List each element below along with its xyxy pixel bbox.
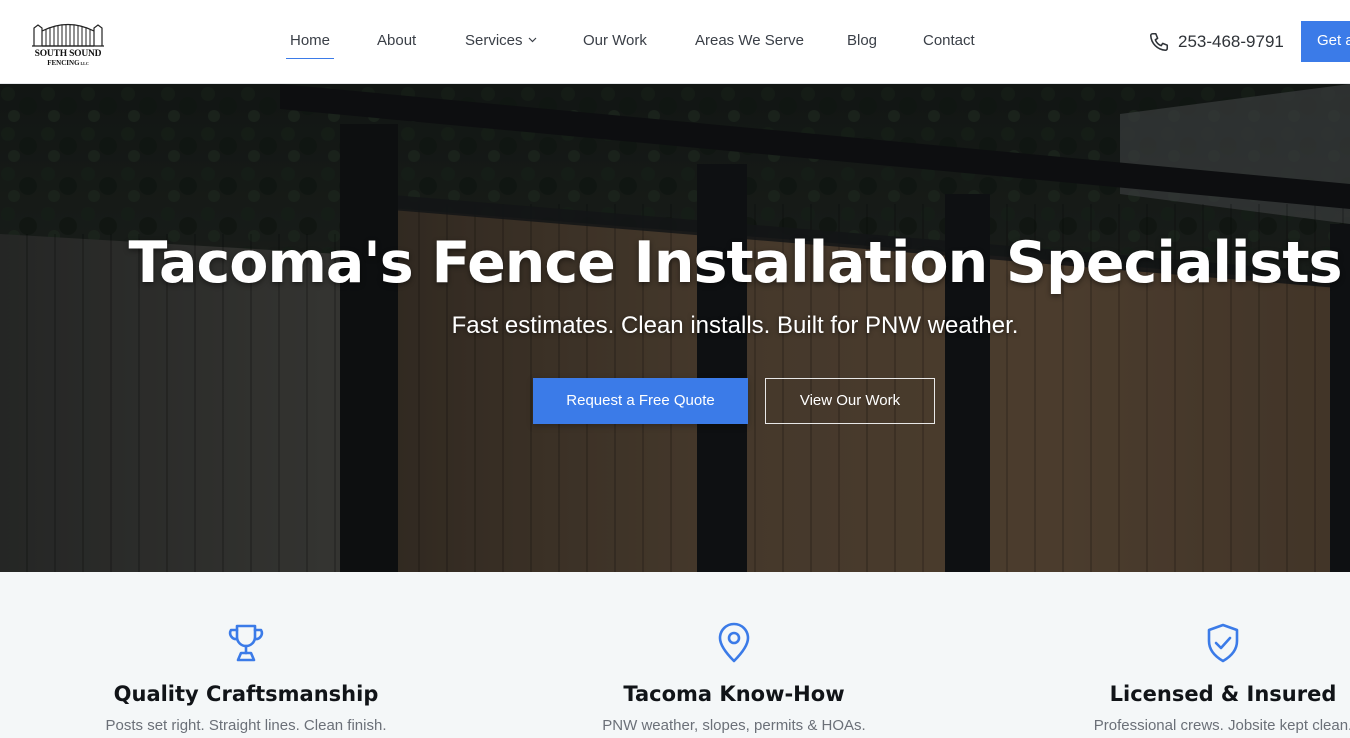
hero-title: Tacoma's Fence Installation Specialists bbox=[128, 230, 1343, 296]
request-quote-button[interactable]: Request a Free Quote bbox=[533, 378, 748, 424]
phone-icon bbox=[1149, 32, 1169, 52]
nav-about[interactable]: About bbox=[377, 32, 416, 49]
brand-subname: FENCINGLLC bbox=[47, 59, 89, 67]
site-header: SOUTH SOUND FENCINGLLC Home About Servic… bbox=[0, 0, 1350, 84]
nav-services-label: Services bbox=[465, 32, 523, 49]
get-quote-button[interactable]: Get a bbox=[1301, 21, 1350, 62]
fence-logo-mark bbox=[32, 23, 104, 47]
nav-home[interactable]: Home bbox=[285, 32, 335, 59]
shield-check-icon bbox=[1207, 623, 1239, 663]
hero-subtitle: Fast estimates. Clean installs. Built fo… bbox=[451, 312, 1019, 339]
nav-contact[interactable]: Contact bbox=[923, 32, 975, 49]
feature-description: PNW weather, slopes, permits & HOAs. bbox=[602, 717, 866, 734]
trophy-icon bbox=[228, 624, 264, 662]
feature-tacoma: Tacoma Know-How PNW weather, slopes, per… bbox=[524, 572, 944, 738]
nav-areas-we-serve[interactable]: Areas We Serve bbox=[695, 32, 804, 49]
feature-licensed: Licensed & Insured Professional crews. J… bbox=[1013, 572, 1350, 738]
nav-our-work[interactable]: Our Work bbox=[583, 32, 647, 49]
feature-title: Licensed & Insured bbox=[1109, 682, 1337, 706]
chevron-down-icon bbox=[528, 37, 536, 43]
hero-section: Tacoma's Fence Installation Specialists … bbox=[0, 84, 1350, 572]
nav-blog[interactable]: Blog bbox=[847, 32, 877, 49]
brand-logo[interactable]: SOUTH SOUND FENCINGLLC bbox=[30, 18, 106, 68]
feature-title: Quality Craftsmanship bbox=[113, 682, 379, 706]
map-pin-icon bbox=[718, 622, 750, 663]
view-our-work-button[interactable]: View Our Work bbox=[765, 378, 935, 424]
nav-services[interactable]: Services bbox=[465, 32, 537, 49]
brand-name: SOUTH SOUND bbox=[34, 49, 102, 59]
feature-title: Tacoma Know-How bbox=[623, 682, 845, 706]
feature-description: Posts set right. Straight lines. Clean f… bbox=[105, 717, 387, 734]
features-section: Quality Craftsmanship Posts set right. S… bbox=[0, 572, 1350, 738]
feature-quality: Quality Craftsmanship Posts set right. S… bbox=[36, 572, 456, 738]
feature-description: Professional crews. Jobsite kept clean. bbox=[1093, 717, 1350, 734]
phone-number: 253-468-9791 bbox=[1178, 32, 1284, 51]
